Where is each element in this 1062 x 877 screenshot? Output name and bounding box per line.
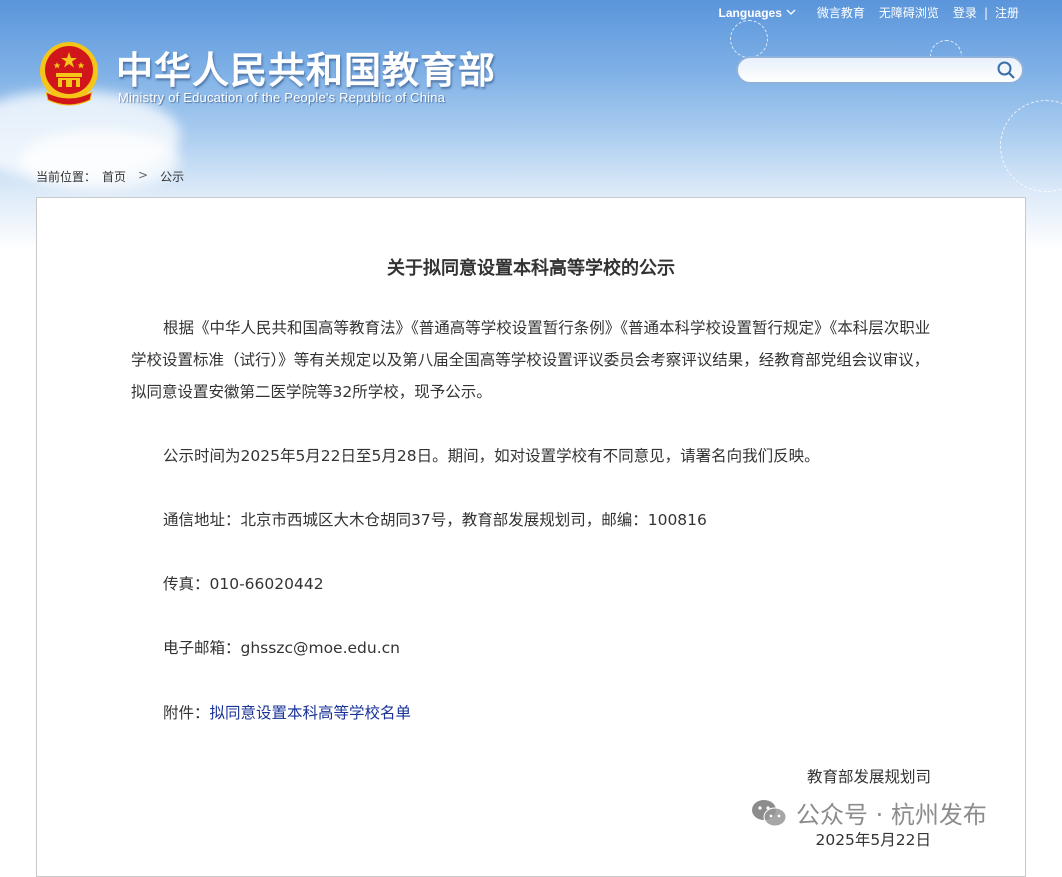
watermark-text: 公众号 · 杭州发布 (796, 801, 987, 829)
contact-address: 通信地址：北京市西城区大木仓胡同37号，教育部发展规划司，邮编：100816 (163, 511, 707, 529)
languages-label: Languages (718, 5, 782, 20)
article-title: 关于拟同意设置本科高等学校的公示 (387, 258, 675, 279)
nav-divider: | (983, 5, 988, 20)
article-paragraph-period: 公示时间为2025年5月22日至5月28日。期间，如对设置学校有不同意见，请署名… (163, 447, 820, 465)
breadcrumb-prefix: 当前位置： (36, 170, 97, 184)
article-panel: 关于拟同意设置本科高等学校的公示 根据《中华人民共和国高等教育法》《普通高等学校… (36, 197, 1026, 877)
languages-dropdown[interactable]: Languages (719, 6, 796, 20)
breadcrumb: 当前位置： 首页 > 公示 (36, 168, 184, 185)
wechat-icon (752, 799, 787, 826)
signature-department: 教育部发展规划司 (806, 768, 931, 786)
accessibility-link[interactable]: 无障碍浏览 (879, 4, 939, 21)
search-box (736, 56, 1024, 84)
signature-date: 2025年5月22日 (815, 831, 931, 849)
search-icon[interactable] (996, 60, 1016, 80)
login-link[interactable]: 登录 (953, 4, 977, 21)
site-title-english[interactable]: Ministry of Education of the People's Re… (118, 90, 445, 105)
attachment-link[interactable]: 拟同意设置本科高等学校名单 (210, 704, 412, 722)
national-emblem-icon (40, 42, 98, 106)
chevron-down-icon (786, 9, 796, 15)
attachment-row: 附件：拟同意设置本科高等学校名单 (163, 701, 411, 723)
breadcrumb-current[interactable]: 公示 (160, 168, 184, 185)
article-paragraph: 根据《中华人民共和国高等教育法》《普通高等学校设置暂行条例》《普通本科学校设置暂… (131, 319, 931, 401)
search-input[interactable] (750, 61, 994, 81)
watermark: 公众号 · 杭州发布 (750, 795, 987, 830)
attachment-label: 附件： (163, 704, 210, 722)
site-title-chinese[interactable]: 中华人民共和国教育部 (116, 40, 496, 94)
breadcrumb-separator: > (138, 168, 149, 182)
breadcrumb-home-link[interactable]: 首页 (102, 168, 126, 185)
contact-fax: 传真：010-66020442 (163, 575, 324, 593)
wechat-education-link[interactable]: 微言教育 (817, 4, 865, 21)
register-link[interactable]: 注册 (995, 4, 1019, 21)
top-navigation: Languages 微言教育 无障碍浏览 登录 | 注册 (719, 4, 1026, 21)
contact-email: 电子邮箱：ghsszc@moe.edu.cn (163, 639, 400, 657)
dandelion-decoration (730, 20, 768, 58)
